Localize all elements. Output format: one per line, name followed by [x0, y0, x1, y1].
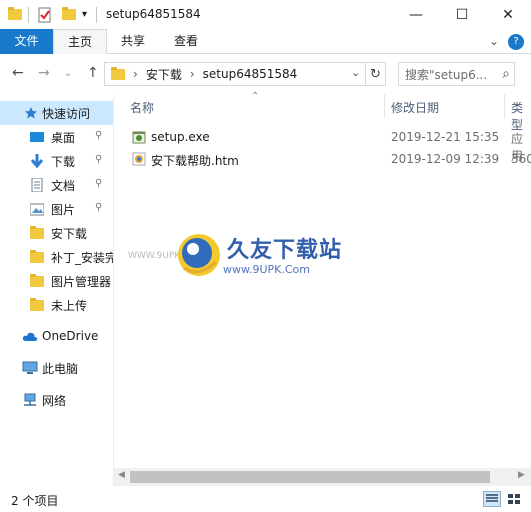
search-input[interactable]: 搜索"setup6... ⌕ — [398, 62, 515, 86]
file-row[interactable]: 安下载帮助.htm 2019-12-09 12:39 360 — [114, 148, 531, 170]
nav-desktop[interactable]: 桌面 ⚲ — [0, 125, 113, 149]
large-icons-view-button[interactable] — [505, 491, 523, 507]
tab-home[interactable]: 主页 — [53, 29, 107, 55]
watermark-url: www.9UPK.Com — [223, 263, 310, 276]
qa-dropdown-icon[interactable]: ▾ — [82, 6, 87, 23]
folder-icon — [111, 67, 125, 81]
crumb-separator: › — [189, 67, 195, 81]
watermark: WWW.9UPK.COM 久友下载站 www.9UPK.Com — [128, 222, 368, 292]
folder-icon — [8, 6, 22, 23]
new-folder-icon[interactable] — [62, 6, 76, 23]
scroll-thumb[interactable] — [130, 471, 490, 483]
file-name: 安下载帮助.htm — [151, 154, 239, 168]
scroll-left-icon[interactable]: ◀ — [118, 470, 125, 480]
nav-folder-picture-manager[interactable]: 图片管理器 — [0, 269, 113, 293]
column-name[interactable]: 名称 — [130, 99, 154, 116]
maximize-button[interactable]: ☐ — [439, 0, 485, 29]
sort-up-icon: ⌃ — [251, 91, 260, 102]
tab-file[interactable]: 文件 — [0, 29, 53, 54]
nav-this-pc[interactable]: 此电脑 — [0, 356, 113, 380]
crumb-separator: › — [133, 67, 138, 81]
breadcrumb-item[interactable]: 安下载 — [146, 66, 182, 83]
search-icon: ⌕ — [502, 66, 510, 82]
close-button[interactable]: ✕ — [485, 0, 531, 29]
column-date[interactable]: 修改日期 — [391, 99, 439, 116]
file-row[interactable]: setup.exe 2019-12-21 15:35 应用 — [114, 126, 531, 163]
file-name: setup.exe — [151, 130, 210, 144]
breadcrumb[interactable]: › 安下载 › setup64851584 ⌄ — [104, 62, 386, 86]
nav-pictures[interactable]: 图片 ⚲ — [0, 197, 113, 221]
pin-icon: ⚲ — [95, 130, 103, 141]
status-bar: 2 个项目 — [0, 486, 531, 512]
minimize-button[interactable]: — — [393, 0, 439, 29]
window-title: setup64851584 — [106, 7, 201, 21]
htm-icon — [132, 152, 146, 166]
nav-folder-anxiazai[interactable]: 安下载 — [0, 221, 113, 245]
desktop-icon — [30, 132, 44, 142]
recent-locations-button[interactable]: ⌄ — [64, 68, 72, 79]
nav-network[interactable]: 网络 — [0, 388, 113, 412]
exe-icon — [132, 131, 146, 144]
file-date: 2019-12-09 12:39 — [391, 152, 500, 166]
address-bar-row: ← → ⌄ ↑ › 安下载 › setup64851584 ⌄ ↻ 搜索"set… — [0, 54, 531, 94]
computer-icon — [22, 361, 38, 374]
download-icon — [30, 154, 44, 168]
star-icon — [25, 107, 37, 119]
column-headers: ⌃ 名称 修改日期 类型 — [114, 91, 531, 132]
watermark-logo — [178, 234, 220, 276]
picture-icon — [30, 203, 44, 216]
scroll-right-icon[interactable]: ▶ — [518, 470, 525, 480]
watermark-brand: 久友下载站 — [227, 238, 343, 263]
forward-button[interactable]: → — [38, 65, 50, 81]
breadcrumb-item[interactable]: setup64851584 — [203, 67, 298, 81]
item-count: 2 个项目 — [11, 494, 59, 508]
folder-icon — [30, 274, 44, 288]
details-view-icon — [486, 494, 498, 502]
separator — [28, 6, 29, 23]
nav-folder-not-uploaded[interactable]: 未上传 — [0, 293, 113, 317]
pin-icon: ⚲ — [95, 202, 103, 213]
navigation-pane: 快速访问 桌面 ⚲ 下载 ⚲ 文档 ⚲ 图片 ⚲ 安下载 补丁_安装完 图片管理… — [0, 94, 113, 486]
column-divider[interactable] — [384, 94, 385, 118]
cloud-icon — [22, 332, 38, 341]
tab-share[interactable]: 共享 — [110, 29, 156, 54]
back-button[interactable]: ← — [12, 65, 24, 81]
nav-quick-access[interactable]: 快速访问 — [0, 101, 113, 125]
up-button[interactable]: ↑ — [87, 65, 99, 81]
network-icon — [24, 393, 36, 406]
nav-onedrive[interactable]: OneDrive — [0, 325, 113, 349]
ribbon-collapse-icon[interactable]: ⌄ — [487, 29, 501, 54]
separator — [96, 6, 97, 23]
search-placeholder: 搜索"setup6... — [405, 67, 488, 82]
file-date: 2019-12-21 15:35 — [391, 130, 500, 144]
help-icon[interactable]: ? — [508, 34, 524, 50]
folder-icon — [30, 250, 44, 264]
ribbon: 文件 主页 共享 查看 ⌄ ? — [0, 29, 531, 55]
title-bar: ▾ setup64851584 — ☐ ✕ — [0, 0, 531, 29]
document-icon — [31, 178, 43, 192]
file-type: 360 — [511, 152, 531, 166]
refresh-button[interactable]: ↻ — [365, 62, 386, 86]
folder-icon — [30, 226, 44, 240]
properties-icon[interactable] — [38, 6, 52, 23]
nav-documents[interactable]: 文档 ⚲ — [0, 173, 113, 197]
pin-icon: ⚲ — [95, 154, 103, 165]
nav-downloads[interactable]: 下载 ⚲ — [0, 149, 113, 173]
pin-icon: ⚲ — [95, 178, 103, 189]
tab-view[interactable]: 查看 — [163, 29, 209, 54]
details-view-button[interactable] — [483, 491, 501, 507]
nav-folder-patch[interactable]: 补丁_安装完 — [0, 245, 113, 269]
large-icons-view-icon — [508, 494, 520, 504]
horizontal-scrollbar[interactable]: ◀ ▶ — [114, 468, 531, 486]
column-divider[interactable] — [504, 94, 505, 118]
folder-icon — [30, 298, 44, 312]
address-dropdown-icon[interactable]: ⌄ — [351, 66, 360, 79]
